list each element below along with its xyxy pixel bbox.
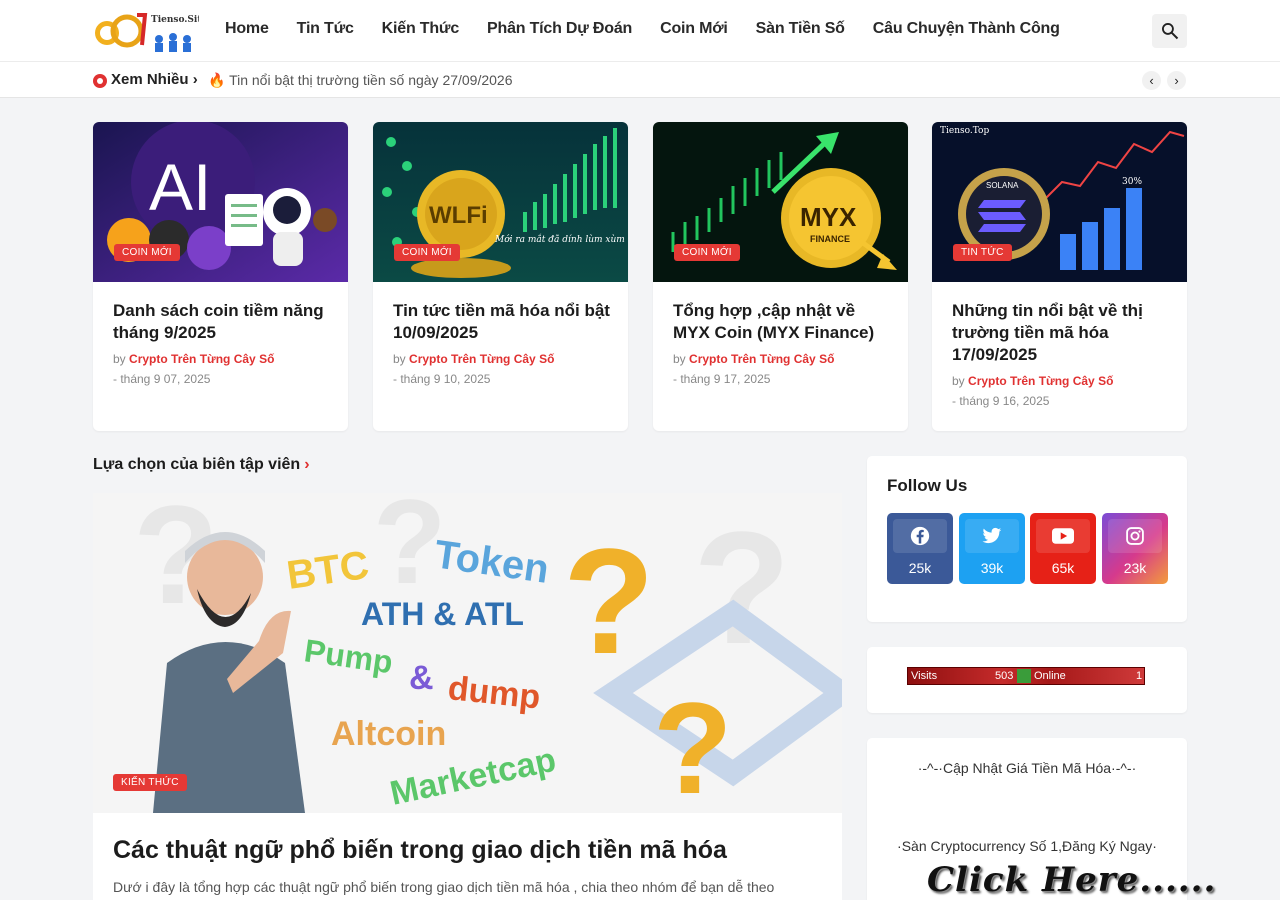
- svg-text:Altcoin: Altcoin: [331, 715, 446, 753]
- chevron-right-icon: ›: [304, 456, 310, 473]
- nav-cau-chuyen[interactable]: Câu Chuyện Thành Công: [873, 20, 1060, 38]
- svg-text:FINANCE: FINANCE: [810, 234, 850, 244]
- online-label: Online: [1034, 670, 1066, 682]
- price-widget: ·-^-·Cập Nhật Giá Tiền Mã Hóa·-^-· ·Sàn …: [867, 738, 1215, 900]
- nav-phan-tich[interactable]: Phân Tích Dự Đoán: [487, 20, 632, 38]
- visits-count: 503: [995, 670, 1014, 682]
- author-link[interactable]: Crypto Trên Từng Cây Số: [689, 352, 834, 366]
- facebook-icon: [910, 526, 930, 546]
- nav-tin-tuc[interactable]: Tin Tức: [297, 20, 354, 38]
- svg-text:?: ?: [563, 517, 655, 685]
- ticker-prev-button[interactable]: ‹: [1142, 71, 1161, 90]
- post-author: by Crypto Trên Từng Cây Số: [113, 352, 275, 366]
- post-title[interactable]: Tin tức tiền mã hóa nổi bật 10/09/2025: [393, 300, 610, 344]
- author-link[interactable]: Crypto Trên Từng Cây Số: [409, 352, 554, 366]
- post-date: - tháng 9 07, 2025: [113, 372, 211, 386]
- svg-text:MYX: MYX: [800, 202, 857, 232]
- counter-widget: Visits 503 Online 1: [867, 647, 1187, 713]
- twitter-icon: [982, 527, 1002, 544]
- author-link[interactable]: Crypto Trên Từng Cây Số: [968, 374, 1113, 388]
- post-author: by Crypto Trên Từng Cây Số: [673, 352, 835, 366]
- instagram-icon: [1126, 527, 1144, 545]
- post-thumbnail[interactable]: AI COIN MỚI: [93, 122, 348, 282]
- chevron-right-icon: ›: [1174, 73, 1179, 88]
- follower-count: 65k: [1051, 560, 1075, 576]
- post-card[interactable]: AI COIN MỚI Danh sách coin tiềm năng thá…: [93, 122, 348, 431]
- ticker-headline[interactable]: 🔥 Tin nổi bật thị trường tiền số ngày 27…: [208, 72, 513, 89]
- click-here-link[interactable]: Click Here......: [927, 860, 1216, 900]
- svg-text:&: &: [409, 659, 434, 697]
- nav-kien-thuc[interactable]: Kiến Thức: [382, 20, 460, 38]
- category-badge[interactable]: COIN MỚI: [674, 244, 740, 261]
- post-card[interactable]: Tienso.Top 30% SOLANA TIN TỨC Những tin …: [932, 122, 1187, 431]
- main-nav: Home Tin Tức Kiến Thức Phân Tích Dự Đoán…: [225, 20, 1060, 38]
- register-text[interactable]: ·Sàn Cryptocurrency Số 1,Đăng Ký Ngay·: [867, 838, 1187, 854]
- featured-title[interactable]: Các thuật ngữ phổ biến trong giao dịch t…: [113, 836, 727, 865]
- svg-text:?: ?: [653, 675, 732, 813]
- author-link[interactable]: Crypto Trên Từng Cây Số: [129, 352, 274, 366]
- post-date: - tháng 9 10, 2025: [393, 372, 491, 386]
- chevron-left-icon: ‹: [1149, 73, 1154, 88]
- post-title[interactable]: Tổng hợp ,cập nhật về MYX Coin (MYX Fina…: [673, 300, 890, 344]
- post-date: - tháng 9 16, 2025: [952, 394, 1050, 408]
- online-icon: [1017, 669, 1031, 683]
- facebook-button[interactable]: 25k: [887, 513, 953, 584]
- nav-home[interactable]: Home: [225, 20, 269, 38]
- post-thumbnail[interactable]: Tienso.Top 30% SOLANA TIN TỨC: [932, 122, 1187, 282]
- follower-count: 25k: [908, 560, 932, 576]
- nav-san-tien-so[interactable]: Sàn Tiền Số: [756, 20, 845, 38]
- ticker-title: Xem Nhiều ›: [111, 71, 198, 88]
- post-thumbnail[interactable]: WLFi Mới ra mắt đã dính lùm xùm !? COIN …: [373, 122, 628, 282]
- price-widget-title: ·-^-·Cập Nhật Giá Tiền Mã Hóa·-^-·: [917, 760, 1137, 776]
- widget-title: Follow Us: [887, 476, 968, 495]
- twitter-button[interactable]: 39k: [959, 513, 1025, 584]
- logo-text: Tienso.Site: [151, 15, 199, 25]
- post-card[interactable]: WLFi Mới ra mắt đã dính lùm xùm !? COIN …: [373, 122, 628, 431]
- site-header: Tienso.Site Home Tin Tức Kiến Thức Phân …: [0, 0, 1280, 62]
- online-count: 1: [1136, 670, 1143, 682]
- post-author: by Crypto Trên Từng Cây Số: [952, 374, 1114, 388]
- featured-post[interactable]: ??? ? ? BTC Token ATH & ATL Pump & dump …: [93, 493, 842, 900]
- category-badge[interactable]: COIN MỚI: [114, 244, 180, 261]
- chevron-right-icon: ›: [192, 71, 198, 88]
- follower-count: 23k: [1123, 560, 1147, 576]
- search-button[interactable]: [1152, 14, 1187, 48]
- post-title[interactable]: Danh sách coin tiềm năng tháng 9/2025: [113, 300, 330, 344]
- editor-section-title[interactable]: Lựa chọn của biên tập viên ›: [93, 456, 310, 474]
- category-badge[interactable]: COIN MỚI: [394, 244, 460, 261]
- follow-widget: Follow Us 25k 39k 65k 23k: [867, 456, 1187, 622]
- ticker-next-button[interactable]: ›: [1167, 71, 1186, 90]
- nav-coin-moi[interactable]: Coin Mới: [660, 20, 728, 38]
- follower-count: 39k: [980, 560, 1004, 576]
- featured-excerpt: Dướ i đây là tổng hợp các thuật ngữ phổ …: [113, 879, 775, 895]
- post-thumbnail[interactable]: MYX FINANCE COIN MỚI: [653, 122, 908, 282]
- category-badge[interactable]: KIẾN THỨC: [113, 774, 187, 791]
- ticker-bar: Xem Nhiều › 🔥 Tin nổi bật thị trường tiề…: [0, 62, 1280, 98]
- category-badge[interactable]: TIN TỨC: [953, 244, 1012, 261]
- hot-icon: [93, 74, 107, 88]
- instagram-button[interactable]: 23k: [1102, 513, 1168, 584]
- youtube-button[interactable]: 65k: [1030, 513, 1096, 584]
- post-date: - tháng 9 17, 2025: [673, 372, 771, 386]
- site-logo[interactable]: Tienso.Site: [93, 9, 208, 54]
- svg-text:ATH & ATL: ATH & ATL: [361, 596, 524, 632]
- featured-image[interactable]: ??? ? ? BTC Token ATH & ATL Pump & dump …: [93, 493, 842, 813]
- visit-counter[interactable]: Visits 503 Online 1: [907, 667, 1145, 685]
- svg-text:Tienso.Top: Tienso.Top: [940, 126, 989, 136]
- svg-text:30%: 30%: [1122, 177, 1142, 187]
- post-title[interactable]: Những tin nổi bật về thị trường tiền mã …: [952, 300, 1169, 366]
- post-card[interactable]: MYX FINANCE COIN MỚI Tổng hợp ,cập nhật …: [653, 122, 908, 431]
- post-author: by Crypto Trên Từng Cây Số: [393, 352, 555, 366]
- visits-label: Visits: [911, 670, 938, 682]
- youtube-icon: [1052, 528, 1074, 544]
- svg-text:WLFi: WLFi: [429, 202, 488, 229]
- svg-text:SOLANA: SOLANA: [986, 181, 1019, 190]
- svg-text:AI: AI: [149, 150, 211, 224]
- search-icon: [1161, 23, 1178, 40]
- svg-text:Mới ra mắt đã dính lùm xùm !?: Mới ra mắt đã dính lùm xùm !?: [494, 233, 628, 245]
